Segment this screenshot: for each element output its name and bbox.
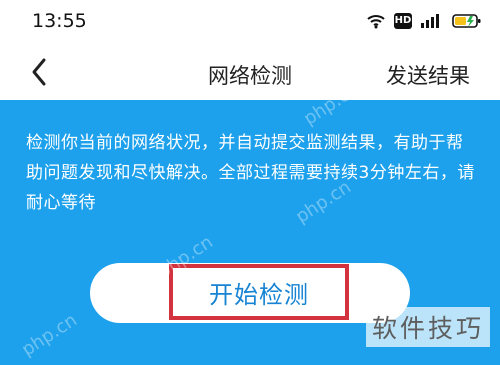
watermark-logo: 软件技巧 [365, 307, 490, 347]
status-time: 13:55 [32, 10, 87, 32]
info-description: 检测你当前的网络状况，并自动提交监测结果，有助于帮助问题发现和尽快解决。全部过程… [26, 133, 475, 213]
wifi-icon [366, 13, 386, 29]
status-icons: HD [366, 10, 482, 32]
start-button-label[interactable]: 开始检测 [169, 264, 349, 320]
signal-icon [420, 13, 444, 29]
battery-icon [452, 13, 482, 29]
nav-bar: 网络检测 发送结果 [0, 44, 500, 100]
hd-icon: HD [394, 13, 412, 29]
status-bar: 13:55 HD [0, 0, 500, 44]
send-results-button[interactable]: 发送结果 [386, 60, 470, 90]
